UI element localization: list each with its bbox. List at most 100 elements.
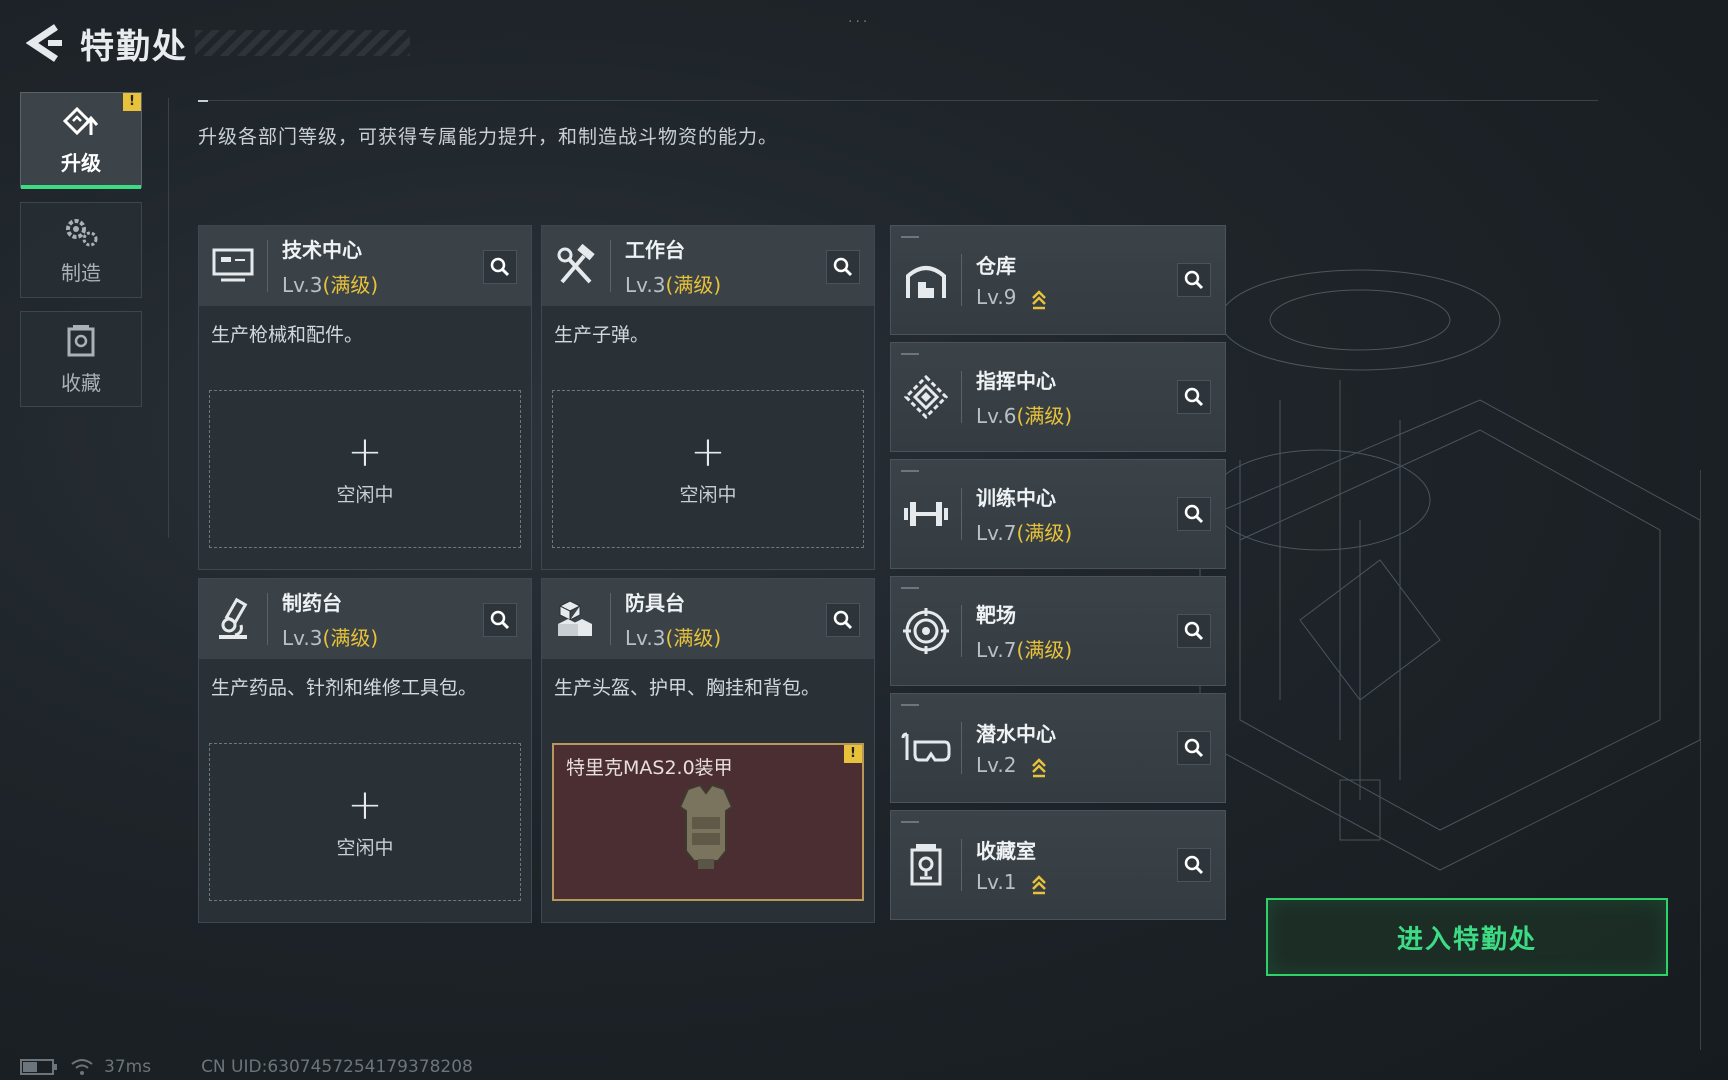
facility-name: 潜水中心 bbox=[976, 722, 1056, 747]
facility-name: 防具台 bbox=[625, 591, 685, 615]
tools-icon bbox=[542, 226, 610, 306]
facility-level: Lv.7(满级) bbox=[976, 521, 1073, 545]
production-slot-empty[interactable]: + 空闲中 bbox=[209, 390, 521, 548]
armor-bench-card: 防具台 Lv.3(满级) 生产头盔、护甲、胸挂和背包。 特里克MAS2.0装甲 … bbox=[541, 578, 875, 923]
enter-button-label: 进入特勤处 bbox=[1396, 924, 1537, 955]
item-alert-badge: ! bbox=[844, 745, 862, 763]
inspect-button[interactable] bbox=[483, 250, 517, 284]
facility-level: Lv.3(满级) bbox=[282, 626, 379, 650]
tab-upgrade[interactable]: 升级 ! bbox=[20, 92, 142, 189]
tab-collection[interactable]: 收藏 bbox=[20, 311, 142, 407]
separator bbox=[961, 839, 962, 891]
separator bbox=[267, 240, 268, 292]
microscope-icon bbox=[199, 579, 267, 659]
facility-warehouse[interactable]: 仓库 Lv.9 bbox=[890, 225, 1226, 335]
page-title: 特勤处 bbox=[80, 26, 188, 67]
search-icon bbox=[1184, 504, 1204, 524]
inspect-button[interactable] bbox=[826, 603, 860, 637]
computer-icon bbox=[199, 226, 267, 306]
production-slot-item[interactable]: 特里克MAS2.0装甲 ! bbox=[552, 743, 864, 901]
facility-name: 技术中心 bbox=[282, 238, 362, 262]
slot-status: 空闲中 bbox=[336, 836, 394, 859]
tab-craft[interactable]: 制造 bbox=[20, 202, 142, 298]
page-description: 升级各部门等级，可获得专属能力提升，和制造战斗物资的能力。 bbox=[198, 126, 779, 148]
upgrade-arrow-icon bbox=[1031, 874, 1046, 894]
divider-right bbox=[1700, 470, 1701, 1050]
facility-name: 靶场 bbox=[976, 603, 1016, 627]
tech-center-card: 技术中心 Lv.3(满级) 生产枪械和配件。 + 空闲中 bbox=[198, 225, 532, 570]
production-slot-empty[interactable]: + 空闲中 bbox=[209, 743, 521, 901]
command-icon bbox=[891, 343, 961, 451]
facility-level: Lv.3(满级) bbox=[282, 273, 379, 297]
trophy-case-icon bbox=[891, 811, 961, 919]
pharmacy-card: 制药台 Lv.3(满级) 生产药品、针剂和维修工具包。 + 空闲中 bbox=[198, 578, 532, 923]
facility-name: 工作台 bbox=[625, 238, 685, 262]
workbench-card: 工作台 Lv.3(满级) 生产子弹。 + 空闲中 bbox=[541, 225, 875, 570]
tab-upgrade-badge: ! bbox=[123, 93, 141, 111]
ping-value: 37ms bbox=[104, 1057, 152, 1077]
inspect-button[interactable] bbox=[1177, 731, 1211, 765]
inspect-button[interactable] bbox=[1177, 263, 1211, 297]
separator bbox=[961, 722, 962, 774]
add-icon: + bbox=[690, 426, 726, 476]
tab-craft-label: 制造 bbox=[61, 260, 101, 285]
facility-level: Lv.9 bbox=[976, 285, 1047, 310]
inspect-button[interactable] bbox=[483, 603, 517, 637]
inspect-button[interactable] bbox=[1177, 380, 1211, 414]
search-icon bbox=[490, 610, 510, 630]
base-blueprint-image bbox=[1199, 269, 1701, 871]
inspect-button[interactable] bbox=[1177, 497, 1211, 531]
user-uid: CN UID:6307457254179378208 bbox=[201, 1057, 473, 1077]
inspect-button[interactable] bbox=[1177, 848, 1211, 882]
separator bbox=[267, 593, 268, 645]
card-dash bbox=[901, 470, 919, 472]
back-button[interactable] bbox=[20, 18, 70, 68]
facility-name: 训练中心 bbox=[976, 486, 1056, 510]
slot-status: 空闲中 bbox=[679, 483, 737, 506]
facility-name: 仓库 bbox=[976, 254, 1016, 279]
production-slot-empty[interactable]: + 空闲中 bbox=[552, 390, 864, 548]
facility-name: 制药台 bbox=[282, 591, 342, 615]
facility-shooting-range[interactable]: 靶场 Lv.7(满级) bbox=[890, 576, 1226, 686]
search-icon bbox=[1184, 387, 1204, 407]
separator bbox=[961, 371, 962, 423]
upgrade-icon bbox=[62, 106, 99, 135]
status-bar: 37ms CN UID:6307457254179378208 bbox=[20, 1056, 473, 1078]
wifi-icon bbox=[71, 1059, 93, 1075]
title-decoration bbox=[195, 30, 410, 56]
facility-training-center[interactable]: 训练中心 Lv.7(满级) bbox=[890, 459, 1226, 569]
facility-name: 指挥中心 bbox=[976, 369, 1056, 393]
enter-special-ops-button[interactable]: 进入特勤处 bbox=[1266, 898, 1668, 976]
slot-status: 空闲中 bbox=[336, 483, 394, 506]
inspect-button[interactable] bbox=[1177, 614, 1211, 648]
separator bbox=[961, 605, 962, 657]
facility-level: Lv.7(满级) bbox=[976, 638, 1073, 662]
diving-mask-icon bbox=[891, 694, 961, 802]
facility-collection-room[interactable]: 收藏室 Lv.1 bbox=[890, 810, 1226, 920]
gears-icon bbox=[66, 218, 98, 246]
search-icon bbox=[833, 257, 853, 277]
warehouse-icon bbox=[891, 226, 961, 334]
search-icon bbox=[1184, 738, 1204, 758]
separator bbox=[610, 240, 611, 292]
facility-level: Lv.6(满级) bbox=[976, 404, 1073, 428]
separator bbox=[961, 488, 962, 540]
search-icon bbox=[490, 257, 510, 277]
add-icon: + bbox=[347, 779, 383, 829]
divider-mark bbox=[198, 100, 208, 102]
battery-icon bbox=[20, 1059, 57, 1075]
facility-description: 生产头盔、护甲、胸挂和背包。 bbox=[554, 677, 821, 699]
facility-level: Lv.2 bbox=[976, 753, 1056, 778]
page-header: 特勤处 bbox=[20, 18, 188, 68]
upgrade-arrow-icon bbox=[1031, 757, 1046, 777]
separator bbox=[961, 254, 962, 306]
facility-diving-center[interactable]: 潜水中心 Lv.2 bbox=[890, 693, 1226, 803]
facility-level: Lv.3(满级) bbox=[625, 273, 722, 297]
inspect-button[interactable] bbox=[826, 250, 860, 284]
facility-command-center[interactable]: 指挥中心 Lv.6(满级) bbox=[890, 342, 1226, 452]
blocks-icon bbox=[542, 579, 610, 659]
card-dash bbox=[901, 587, 919, 589]
card-dash bbox=[901, 353, 919, 355]
tab-upgrade-label: 升级 bbox=[61, 150, 101, 175]
facility-level: Lv.1 bbox=[976, 870, 1047, 895]
